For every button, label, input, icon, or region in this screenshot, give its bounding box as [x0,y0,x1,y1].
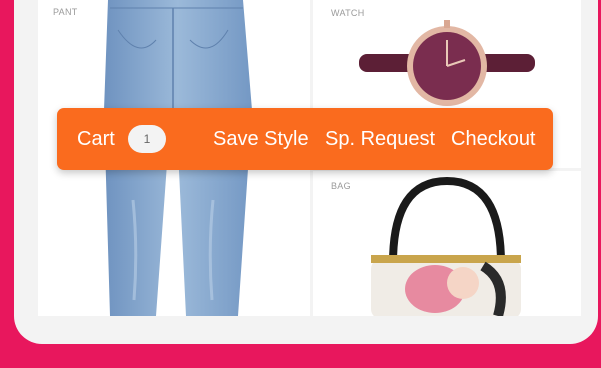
cart-count-badge: 1 [128,125,166,153]
cart-button[interactable]: Cart [77,127,115,151]
handbag-image [371,176,521,316]
special-request-button[interactable]: Sp. Request [325,127,435,151]
product-panel-bag[interactable]: BAG [313,171,581,316]
save-style-button[interactable]: Save Style [213,127,309,151]
action-toolbar: Cart 1 Save Style Sp. Request Checkout [57,108,553,170]
checkout-button[interactable]: Checkout [451,127,536,151]
